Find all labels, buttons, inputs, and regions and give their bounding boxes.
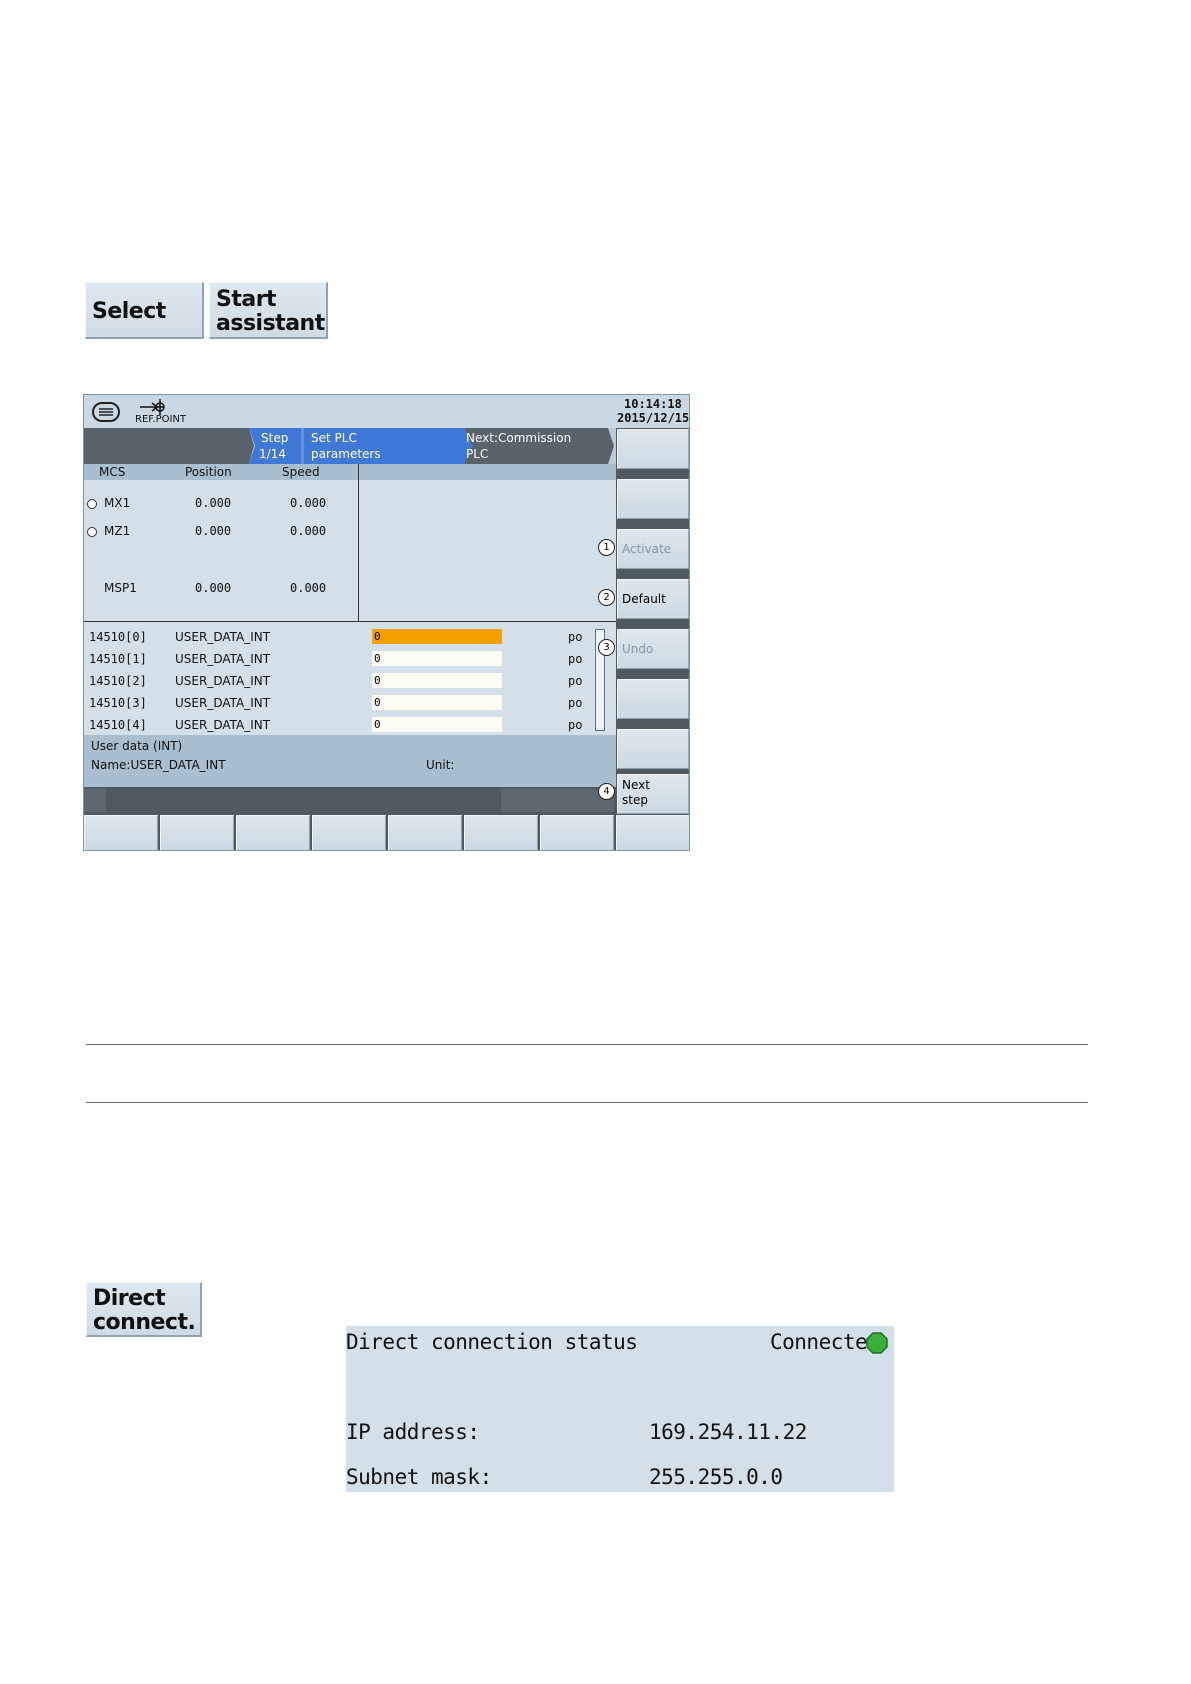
- param-row-4-id: 14510[4]: [89, 718, 147, 732]
- note-bottom-rule: [86, 1102, 1088, 1103]
- param-row-4-value[interactable]: 0: [372, 717, 502, 732]
- param-row-2-value[interactable]: 0: [372, 673, 502, 688]
- subnet-mask-label: Subnet mask:: [346, 1465, 492, 1489]
- horizontal-softkey-7[interactable]: [540, 815, 614, 850]
- horizontal-softkey-5[interactable]: [388, 815, 462, 850]
- direct-connect-line1: Direct: [93, 1286, 166, 1311]
- commissioning-wizard-screen: REF.POINT 10:14:18 2015/12/15 Step 1/14 …: [83, 394, 690, 851]
- axis-msp1-position: 0.000: [195, 581, 232, 595]
- next-step-softkey[interactable]: Next step: [617, 774, 689, 814]
- param-row-4-name: USER_DATA_INT: [175, 718, 271, 732]
- connected-status-icon: [866, 1332, 888, 1354]
- next-step-line1: Next:Commission: [466, 431, 572, 445]
- step-count: 1/14: [259, 447, 286, 461]
- marker-4: 4: [598, 783, 615, 800]
- direct-connect-softkey[interactable]: Direct connect.: [86, 1282, 202, 1337]
- param-row-0-unit: po: [568, 630, 583, 644]
- param-row-2-id: 14510[2]: [89, 674, 147, 688]
- axis-mx1-position: 0.000: [195, 496, 232, 510]
- param-row-4-unit: po: [568, 718, 583, 732]
- param-row-1-unit: po: [568, 652, 583, 666]
- marker-3: 3: [598, 639, 615, 656]
- current-step-line2: parameters: [311, 447, 381, 461]
- note-top-rule: [86, 1044, 1088, 1045]
- next-step-line2: PLC: [466, 447, 489, 461]
- vertical-softkey-6[interactable]: [617, 679, 689, 719]
- axis-mx1-name: MX1: [104, 496, 131, 510]
- current-step-line1: Set PLC: [311, 431, 357, 445]
- activate-label: Activate: [622, 542, 672, 556]
- start-assistant-softkey[interactable]: Start assistant: [209, 282, 328, 339]
- undo-softkey[interactable]: Undo: [617, 629, 689, 669]
- wizard-nav-bar: Step 1/14 Set PLC parameters Next:Commis…: [84, 428, 616, 464]
- horizontal-softkey-6[interactable]: [464, 815, 538, 850]
- axis-mz1-indicator: [87, 527, 97, 537]
- param-row-3-id: 14510[3]: [89, 696, 147, 710]
- param-row-1-id: 14510[1]: [89, 652, 147, 666]
- horizontal-softkey-1[interactable]: [84, 815, 158, 850]
- axis-msp1-speed: 0.000: [290, 581, 327, 595]
- param-row-0-id: 14510[0]: [89, 630, 147, 644]
- info-unit: Unit:: [426, 758, 455, 772]
- select-softkey[interactable]: Select: [85, 282, 204, 339]
- param-row-1-name: USER_DATA_INT: [175, 652, 271, 666]
- status-state: Connected: [770, 1330, 880, 1354]
- ip-address-label: IP address:: [346, 1420, 480, 1444]
- param-row-1-value[interactable]: 0: [372, 651, 502, 666]
- info-name: Name:USER_DATA_INT: [91, 758, 226, 772]
- position-header: Position: [185, 465, 232, 479]
- info-description: User data (INT): [91, 739, 183, 753]
- axis-mx1-indicator: [87, 499, 97, 509]
- mcs-header: MCS: [99, 465, 126, 479]
- status-title: Direct connection status: [346, 1330, 638, 1354]
- axes-header: [84, 464, 616, 480]
- activate-softkey[interactable]: Activate: [617, 529, 689, 569]
- param-row-0-value[interactable]: 0: [372, 629, 502, 644]
- param-row-2-unit: po: [568, 674, 583, 688]
- clock-time: 10:14:18: [624, 397, 682, 411]
- next-step-label-line1: Next: [622, 778, 650, 792]
- parameter-list: [84, 621, 616, 735]
- select-softkey-label: Select: [92, 299, 166, 324]
- next-step-label-line2: step: [622, 793, 648, 807]
- direct-connection-status-panel: Direct connection status Connected IP ad…: [346, 1326, 894, 1492]
- start-assistant-line2: assistant: [216, 311, 325, 336]
- axis-mx1-speed: 0.000: [290, 496, 327, 510]
- axis-mz1-name: MZ1: [104, 524, 131, 538]
- marker-1: 1: [598, 539, 615, 556]
- step-label: Step: [261, 431, 289, 445]
- horizontal-softkey-4[interactable]: [312, 815, 386, 850]
- vertical-softkey-1[interactable]: [617, 429, 689, 469]
- speed-header: Speed: [282, 465, 320, 479]
- param-row-3-unit: po: [568, 696, 583, 710]
- horizontal-softkey-3[interactable]: [236, 815, 310, 850]
- axis-mz1-speed: 0.000: [290, 524, 327, 538]
- param-row-3-value[interactable]: 0: [372, 695, 502, 710]
- axes-right-area: [359, 480, 616, 621]
- vertical-softkey-7[interactable]: [617, 729, 689, 769]
- refpoint-label: REF.POINT: [135, 414, 187, 425]
- clock-date: 2015/12/15: [617, 411, 690, 425]
- horizontal-softkey-8[interactable]: [616, 815, 689, 850]
- vertical-softkey-2[interactable]: [617, 479, 689, 519]
- reference-point-icon: [134, 396, 174, 416]
- axis-mz1-position: 0.000: [195, 524, 232, 538]
- direct-connect-line2: connect.: [93, 1310, 196, 1335]
- ip-address-value: 169.254.11.22: [649, 1420, 807, 1444]
- start-assistant-line1: Start: [216, 287, 277, 312]
- horizontal-softkey-2[interactable]: [160, 815, 234, 850]
- axis-msp1-name: MSP1: [104, 581, 137, 595]
- undo-label: Undo: [622, 642, 654, 656]
- param-row-0-name: USER_DATA_INT: [175, 630, 271, 644]
- subnet-mask-value: 255.255.0.0: [649, 1465, 783, 1489]
- menu-icon[interactable]: [92, 402, 120, 422]
- default-label: Default: [622, 592, 666, 606]
- param-row-3-name: USER_DATA_INT: [175, 696, 271, 710]
- marker-2: 2: [598, 589, 615, 606]
- footer-strip-seg-right: [501, 789, 614, 812]
- default-softkey[interactable]: Default: [617, 579, 689, 619]
- footer-strip-seg-left: [84, 789, 106, 812]
- param-row-2-name: USER_DATA_INT: [175, 674, 271, 688]
